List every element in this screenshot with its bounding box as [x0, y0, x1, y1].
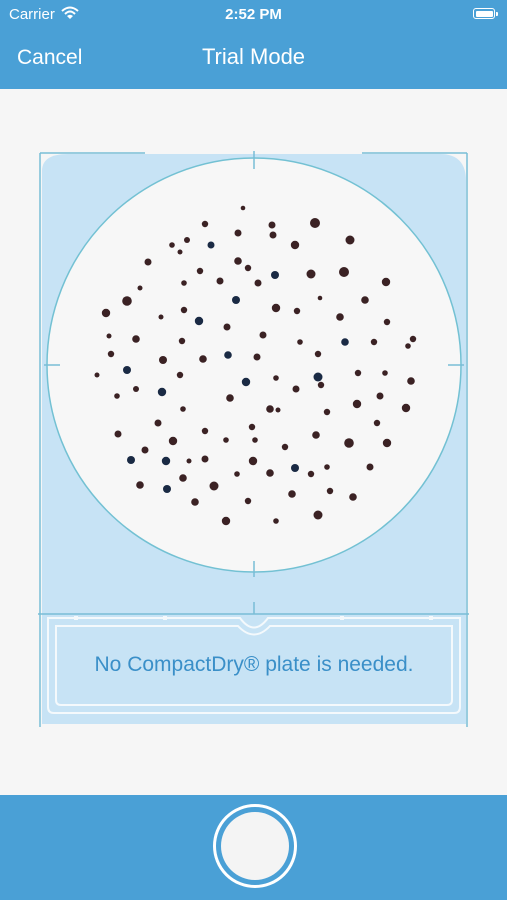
- carrier-label: Carrier: [9, 6, 55, 23]
- camera-preview: No CompactDry® plate is needed.: [0, 89, 507, 795]
- navigation-bar: Cancel Trial Mode: [0, 28, 507, 89]
- no-plate-hint: No CompactDry® plate is needed.: [94, 653, 414, 676]
- plate-guide-frame: [38, 151, 469, 727]
- shutter-button-inner[interactable]: [221, 812, 289, 880]
- petri-dish: [46, 157, 462, 573]
- cancel-button[interactable]: Cancel: [17, 46, 82, 70]
- shutter-button[interactable]: [213, 804, 297, 888]
- wifi-icon: [61, 6, 79, 24]
- status-bar: Carrier 2:52 PM: [0, 0, 507, 28]
- battery-icon: [473, 8, 498, 19]
